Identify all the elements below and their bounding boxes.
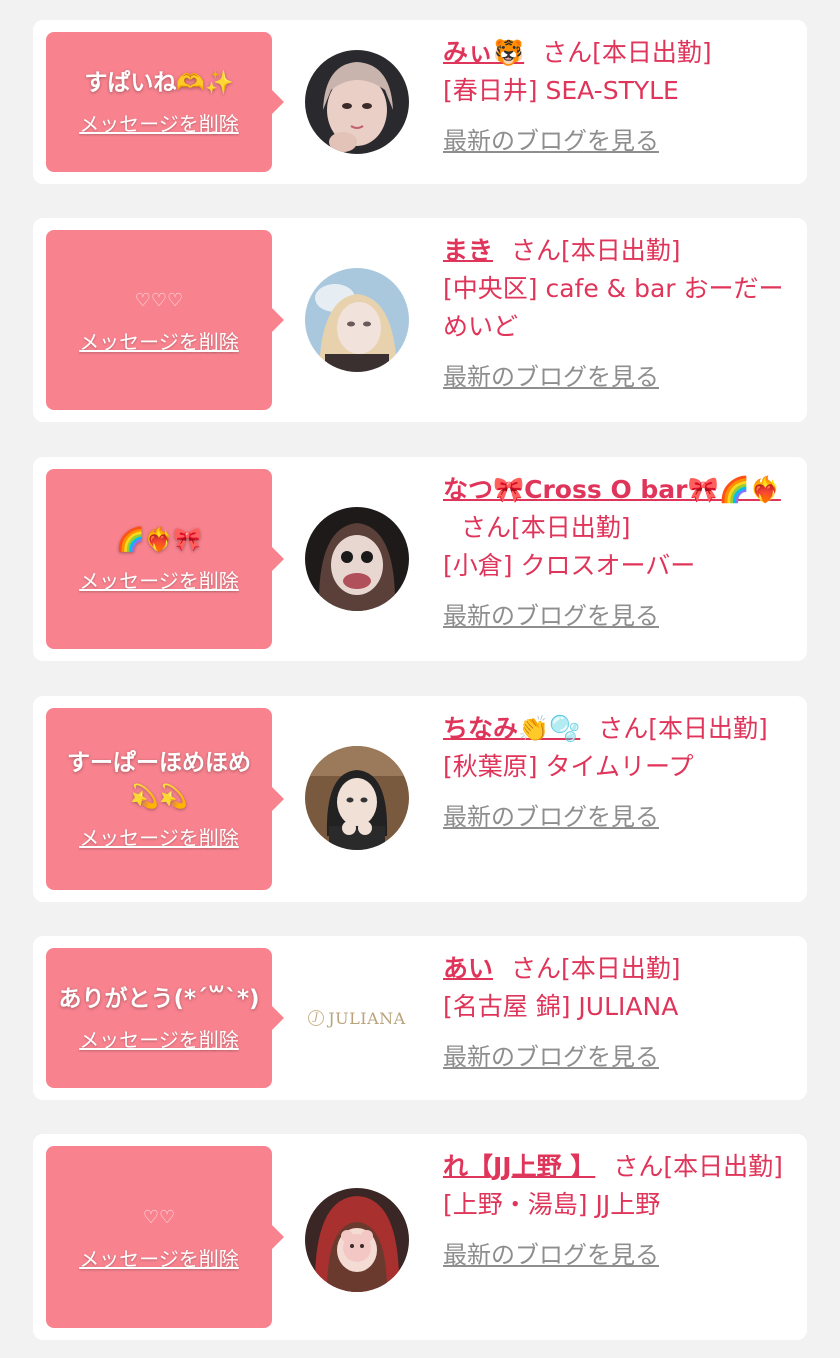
status-text: [本日出勤] bbox=[648, 714, 768, 743]
area-text: [秋葉原] bbox=[443, 752, 538, 781]
latest-blog-link[interactable]: 最新のブログを見る bbox=[443, 1236, 659, 1274]
logo-text: JULIANA bbox=[328, 1008, 406, 1028]
area-text: [小倉] bbox=[443, 551, 513, 580]
avatar[interactable] bbox=[305, 507, 409, 611]
message-bubble: すぱいね🫶✨ メッセージを削除 bbox=[46, 32, 284, 172]
girl-info: みぃ🐯 さん[本日出勤] [春日井] SEA-STYLE 最新のブログを見る bbox=[443, 34, 795, 160]
message-text: ありがとう(*´꒳`*) bbox=[58, 986, 260, 1012]
avatar[interactable] bbox=[305, 1188, 409, 1292]
message-bubble: 🌈❤️‍🔥🎀 メッセージを削除 bbox=[46, 469, 284, 649]
girl-name-link[interactable]: ちなみ👏🫧 bbox=[443, 714, 580, 743]
shop-line: [春日井] SEA-STYLE bbox=[443, 72, 795, 110]
delete-message-link[interactable]: メッセージを削除 bbox=[79, 824, 239, 852]
shop-name: クロスオーバー bbox=[520, 551, 696, 580]
avatar[interactable] bbox=[305, 268, 409, 372]
latest-blog-link[interactable]: 最新のブログを見る bbox=[443, 1038, 659, 1076]
name-line: なつ🎀Cross O bar🎀🌈❤️‍🔥 さん[本日出勤] bbox=[443, 471, 795, 547]
message-text: すーぱーほめほめ💫💫 bbox=[67, 750, 251, 810]
latest-blog-link[interactable]: 最新のブログを見る bbox=[443, 798, 659, 836]
girl-name-link[interactable]: みぃ🐯 bbox=[443, 38, 524, 67]
delete-message-link[interactable]: メッセージを削除 bbox=[79, 1026, 239, 1054]
name-line: れ【JJ上野 】さん[本日出勤] bbox=[443, 1148, 795, 1186]
logo-mark-icon: J bbox=[308, 1010, 325, 1026]
message-bubble: ♡♡♡ メッセージを削除 bbox=[46, 230, 284, 410]
message-bubble: ありがとう(*´꒳`*) メッセージを削除 bbox=[46, 948, 284, 1088]
honorific: さん bbox=[542, 38, 593, 67]
girl-name-link[interactable]: まき bbox=[443, 236, 493, 265]
girl-name-link[interactable]: れ【JJ上野 】 bbox=[443, 1152, 595, 1181]
area-text: [春日井] bbox=[443, 76, 538, 105]
name-line: みぃ🐯 さん[本日出勤] bbox=[443, 34, 795, 72]
shop-name: JULIANA bbox=[578, 992, 679, 1021]
delete-message-link[interactable]: メッセージを削除 bbox=[79, 567, 239, 595]
area-text: [上野・湯島] bbox=[443, 1190, 588, 1219]
shop-name: JJ上野 bbox=[595, 1190, 661, 1219]
delete-message-link[interactable]: メッセージを削除 bbox=[79, 328, 239, 356]
honorific: さん bbox=[461, 513, 512, 542]
latest-blog-link[interactable]: 最新のブログを見る bbox=[443, 358, 659, 396]
status-text: [本日出勤] bbox=[561, 236, 681, 265]
girl-info: なつ🎀Cross O bar🎀🌈❤️‍🔥 さん[本日出勤] [小倉] クロスオーバ… bbox=[443, 471, 795, 635]
girl-name-link[interactable]: なつ🎀Cross O bar🎀🌈❤️‍🔥 bbox=[443, 475, 781, 504]
shop-line: [小倉] クロスオーバー bbox=[443, 547, 795, 585]
delete-message-link[interactable]: メッセージを削除 bbox=[79, 110, 239, 138]
message-card: すーぱーほめほめ💫💫 メッセージを削除 ちなみ👏🫧 さん[本日出勤] [秋葉原] … bbox=[33, 696, 807, 902]
status-text: [本日出勤] bbox=[561, 954, 681, 983]
message-card: ありがとう(*´꒳`*) メッセージを削除 J JULIANA あい さん[本日出勤… bbox=[33, 936, 807, 1100]
shop-name: SEA-STYLE bbox=[545, 76, 679, 105]
girl-info: れ【JJ上野 】さん[本日出勤] [上野・湯島] JJ上野 最新のブログを見る bbox=[443, 1148, 795, 1274]
honorific: さん bbox=[511, 954, 562, 983]
shop-line: [秋葉原] タイムリープ bbox=[443, 748, 795, 786]
latest-blog-link[interactable]: 最新のブログを見る bbox=[443, 122, 659, 160]
honorific: さん bbox=[613, 1152, 664, 1181]
message-text: すぱいね🫶✨ bbox=[84, 70, 234, 96]
name-line: まき さん[本日出勤] bbox=[443, 232, 795, 270]
message-text: 🌈❤️‍🔥🎀 bbox=[116, 527, 202, 553]
status-text: [本日出勤] bbox=[592, 38, 712, 67]
status-text: [本日出勤] bbox=[511, 513, 631, 542]
message-text: ♡♡♡ bbox=[134, 290, 184, 311]
area-text: [名古屋 錦] bbox=[443, 992, 571, 1021]
message-card: すぱいね🫶✨ メッセージを削除 みぃ🐯 さん[本日出勤] [春日井] SEA-ST… bbox=[33, 20, 807, 184]
name-line: あい さん[本日出勤] bbox=[443, 950, 795, 988]
delete-message-link[interactable]: メッセージを削除 bbox=[79, 1245, 239, 1273]
name-line: ちなみ👏🫧 さん[本日出勤] bbox=[443, 710, 795, 748]
shop-name: タイムリープ bbox=[545, 752, 694, 781]
shop-line: [名古屋 錦] JULIANA bbox=[443, 988, 795, 1026]
message-bubble: すーぱーほめほめ💫💫 メッセージを削除 bbox=[46, 708, 284, 890]
honorific: さん bbox=[511, 236, 562, 265]
latest-blog-link[interactable]: 最新のブログを見る bbox=[443, 597, 659, 635]
message-card: ♡♡ メッセージを削除 れ【JJ上野 】さん[本日出勤] [上野・湯島] JJ上… bbox=[33, 1134, 807, 1340]
area-text: [中央区] bbox=[443, 274, 538, 303]
message-bubble: ♡♡ メッセージを削除 bbox=[46, 1146, 284, 1328]
message-text: ♡♡ bbox=[142, 1207, 176, 1228]
shop-logo[interactable]: J JULIANA bbox=[305, 998, 409, 1038]
shop-line: [上野・湯島] JJ上野 bbox=[443, 1186, 795, 1224]
shop-line: [中央区] cafe & bar おーだーめいど bbox=[443, 270, 795, 346]
status-text: [本日出勤] bbox=[663, 1152, 783, 1181]
message-card: 🌈❤️‍🔥🎀 メッセージを削除 なつ🎀Cross O bar🎀🌈❤️‍🔥 さん[本… bbox=[33, 457, 807, 661]
honorific: さん bbox=[598, 714, 649, 743]
avatar[interactable] bbox=[305, 746, 409, 850]
girl-info: あい さん[本日出勤] [名古屋 錦] JULIANA 最新のブログを見る bbox=[443, 950, 795, 1076]
girl-name-link[interactable]: あい bbox=[443, 954, 493, 983]
avatar[interactable] bbox=[305, 50, 409, 154]
girl-info: ちなみ👏🫧 さん[本日出勤] [秋葉原] タイムリープ 最新のブログを見る bbox=[443, 710, 795, 836]
girl-info: まき さん[本日出勤] [中央区] cafe & bar おーだーめいど 最新のブ… bbox=[443, 232, 795, 396]
message-card: ♡♡♡ メッセージを削除 まき さん[本日出勤] [中央区] cafe & bar… bbox=[33, 218, 807, 422]
